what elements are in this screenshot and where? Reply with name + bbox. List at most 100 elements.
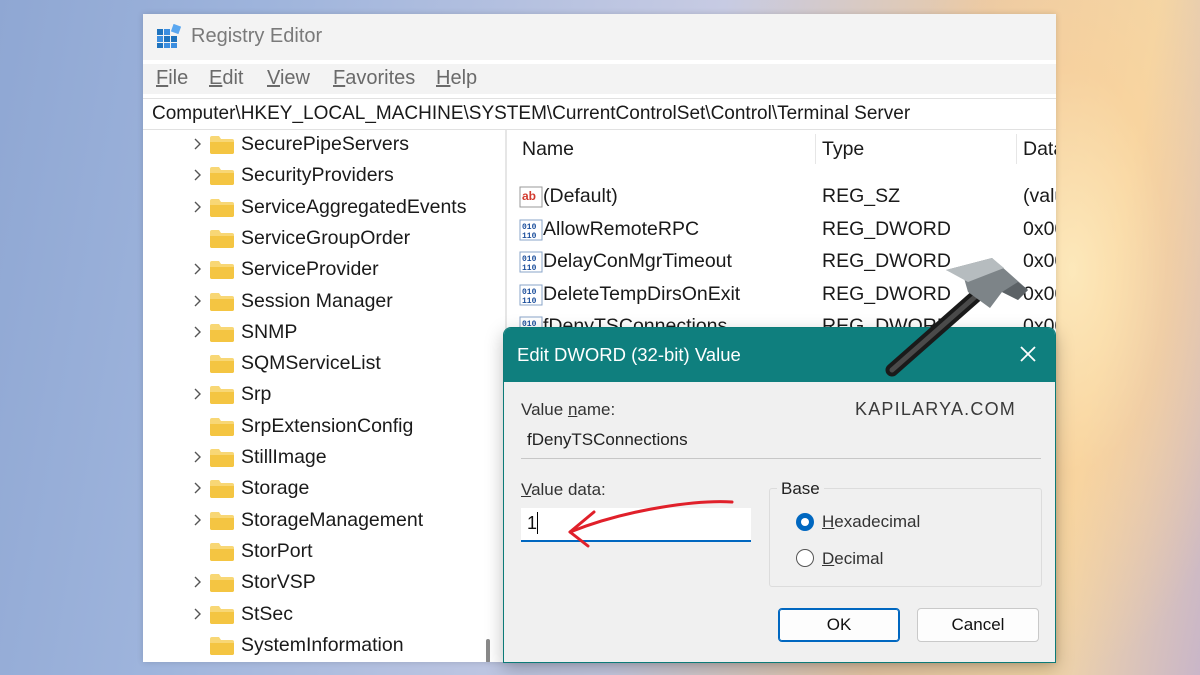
value-name-text: fDenyTSConnections: [527, 430, 688, 449]
ok-button[interactable]: OK: [778, 608, 900, 642]
tree-item-label: SQMServiceList: [241, 352, 381, 375]
column-separator[interactable]: [815, 134, 816, 164]
tree-item-label: SystemInformation: [241, 633, 404, 656]
menu-file[interactable]: File: [156, 67, 188, 90]
value-name-cell: (Default): [543, 185, 618, 207]
tree-item[interactable]: SQMServiceList: [143, 349, 498, 380]
chevron-right-icon[interactable]: [189, 324, 205, 340]
svg-text:110: 110: [522, 232, 537, 241]
value-type-cell: REG_SZ: [822, 185, 901, 207]
binary-value-icon: 010110: [519, 284, 543, 306]
tree-item[interactable]: Storage: [143, 474, 498, 505]
folder-icon: [210, 417, 234, 436]
value-name-cell: DeleteTempDirsOnExit: [543, 282, 741, 305]
folder-icon: [210, 323, 234, 342]
chevron-right-icon[interactable]: [189, 512, 205, 528]
tree-item-label: ServiceGroupOrder: [241, 226, 411, 249]
tree-item[interactable]: Srp: [143, 380, 498, 411]
chevron-right-icon[interactable]: [189, 449, 205, 465]
tree-item-label: StorageManagement: [241, 508, 424, 531]
folder-icon: [210, 511, 234, 530]
chevron-right-icon[interactable]: [189, 293, 205, 309]
svg-text:010: 010: [522, 288, 537, 297]
column-separator[interactable]: [1016, 134, 1017, 164]
value-data-cell: 0x00: [1023, 217, 1056, 240]
chevron-right-icon[interactable]: [189, 574, 205, 590]
tree-scrollbar-thumb[interactable]: [486, 639, 490, 662]
folder-icon: [210, 542, 234, 561]
menu-view[interactable]: View: [267, 67, 310, 90]
text-caret: [537, 512, 538, 534]
folder-icon: [210, 198, 234, 217]
chevron-right-icon[interactable]: [189, 606, 205, 622]
hammer-logo-icon: [885, 258, 1028, 377]
folder-icon: [210, 261, 234, 280]
menu-bar: File Edit View Favorites Help: [143, 64, 1056, 94]
tree-item-label: Srp: [241, 383, 272, 406]
cancel-button[interactable]: Cancel: [917, 608, 1039, 642]
column-header-type[interactable]: Type: [822, 138, 864, 161]
chevron-right-icon[interactable]: [189, 261, 205, 277]
svg-text:010: 010: [522, 223, 537, 232]
tree-item[interactable]: SrpExtensionConfig: [143, 412, 498, 443]
tree-item-label: SrpExtensionConfig: [241, 414, 414, 437]
tree-item-label: StorVSP: [241, 571, 316, 594]
tree-item-label: Session Manager: [241, 289, 393, 312]
tree-item[interactable]: ServiceGroupOrder: [143, 224, 498, 255]
svg-text:ab: ab: [522, 189, 536, 203]
registry-editor-app-icon: [157, 24, 181, 48]
tree-item[interactable]: SecurityProviders: [143, 161, 498, 192]
table-row[interactable]: ab (Default) REG_SZ (value not set): [511, 182, 1056, 214]
chevron-right-icon[interactable]: [189, 199, 205, 215]
tree-item-label: SecurePipeServers: [241, 133, 409, 155]
tree-item[interactable]: SecurePipeServers: [143, 130, 498, 161]
tree-item[interactable]: StorVSP: [143, 568, 498, 599]
decimal-radio-icon[interactable]: [795, 548, 815, 568]
key-tree-pane[interactable]: SecurePipeServers SecurityProviders Servic…: [143, 130, 498, 662]
tree-item[interactable]: Session Manager: [143, 287, 498, 318]
folder-icon: [210, 386, 234, 405]
value-data-cell: (value not set): [1023, 185, 1056, 207]
folder-icon: [210, 167, 234, 186]
tree-item[interactable]: StorageManagement: [143, 506, 498, 537]
watermark-text: KAPILARYA.COM: [855, 399, 1016, 419]
tree-item[interactable]: SNMP: [143, 318, 498, 349]
menu-edit[interactable]: Edit: [209, 67, 243, 90]
chevron-right-icon[interactable]: [189, 167, 205, 183]
value-type-cell: REG_DWORD: [822, 217, 951, 240]
hexadecimal-option-label[interactable]: Hexadecimal: [822, 512, 920, 532]
tree-item-label: StillImage: [241, 446, 327, 468]
value-name-cell: DelayConMgrTimeout: [543, 250, 732, 272]
folder-icon: [210, 449, 234, 467]
tree-item-label: ServiceProvider: [241, 258, 379, 281]
folder-icon: [210, 574, 234, 593]
binary-value-icon: 010110: [519, 251, 543, 273]
column-header-data[interactable]: Data: [1023, 138, 1056, 161]
tree-item[interactable]: ServiceAggregatedEvents: [143, 193, 498, 224]
table-row[interactable]: 010110 AllowRemoteRPC REG_DWORD 0x00: [511, 215, 1056, 247]
title-bar: Registry Editor: [143, 14, 1056, 60]
tree-item-label: ServiceAggregatedEvents: [241, 195, 467, 218]
base-groupbox: [769, 488, 1042, 587]
menu-help[interactable]: Help: [436, 67, 477, 90]
value-name-field: fDenyTSConnections: [521, 424, 1041, 459]
folder-icon: [210, 292, 234, 311]
folder-icon: [210, 355, 234, 374]
menu-favorites[interactable]: Favorites: [333, 67, 415, 90]
tree-item[interactable]: StorPort: [143, 537, 498, 568]
hexadecimal-radio-icon[interactable]: [795, 512, 815, 532]
tree-item[interactable]: SystemInformation: [143, 631, 498, 662]
tree-item[interactable]: StillImage: [143, 443, 498, 474]
value-name-cell: AllowRemoteRPC: [543, 217, 700, 240]
chevron-right-icon[interactable]: [189, 386, 205, 402]
tree-item[interactable]: StSec: [143, 600, 498, 631]
svg-text:010: 010: [522, 255, 537, 264]
tree-item-label: StorPort: [241, 539, 313, 562]
chevron-right-icon[interactable]: [189, 480, 205, 496]
address-bar[interactable]: Computer\HKEY_LOCAL_MACHINE\SYSTEM\Curre…: [143, 98, 1056, 130]
decimal-option-label[interactable]: Decimal: [822, 549, 883, 569]
tree-item[interactable]: ServiceProvider: [143, 255, 498, 286]
chevron-right-icon[interactable]: [189, 136, 205, 152]
column-header-name[interactable]: Name: [522, 138, 574, 161]
folder-icon: [210, 636, 234, 655]
